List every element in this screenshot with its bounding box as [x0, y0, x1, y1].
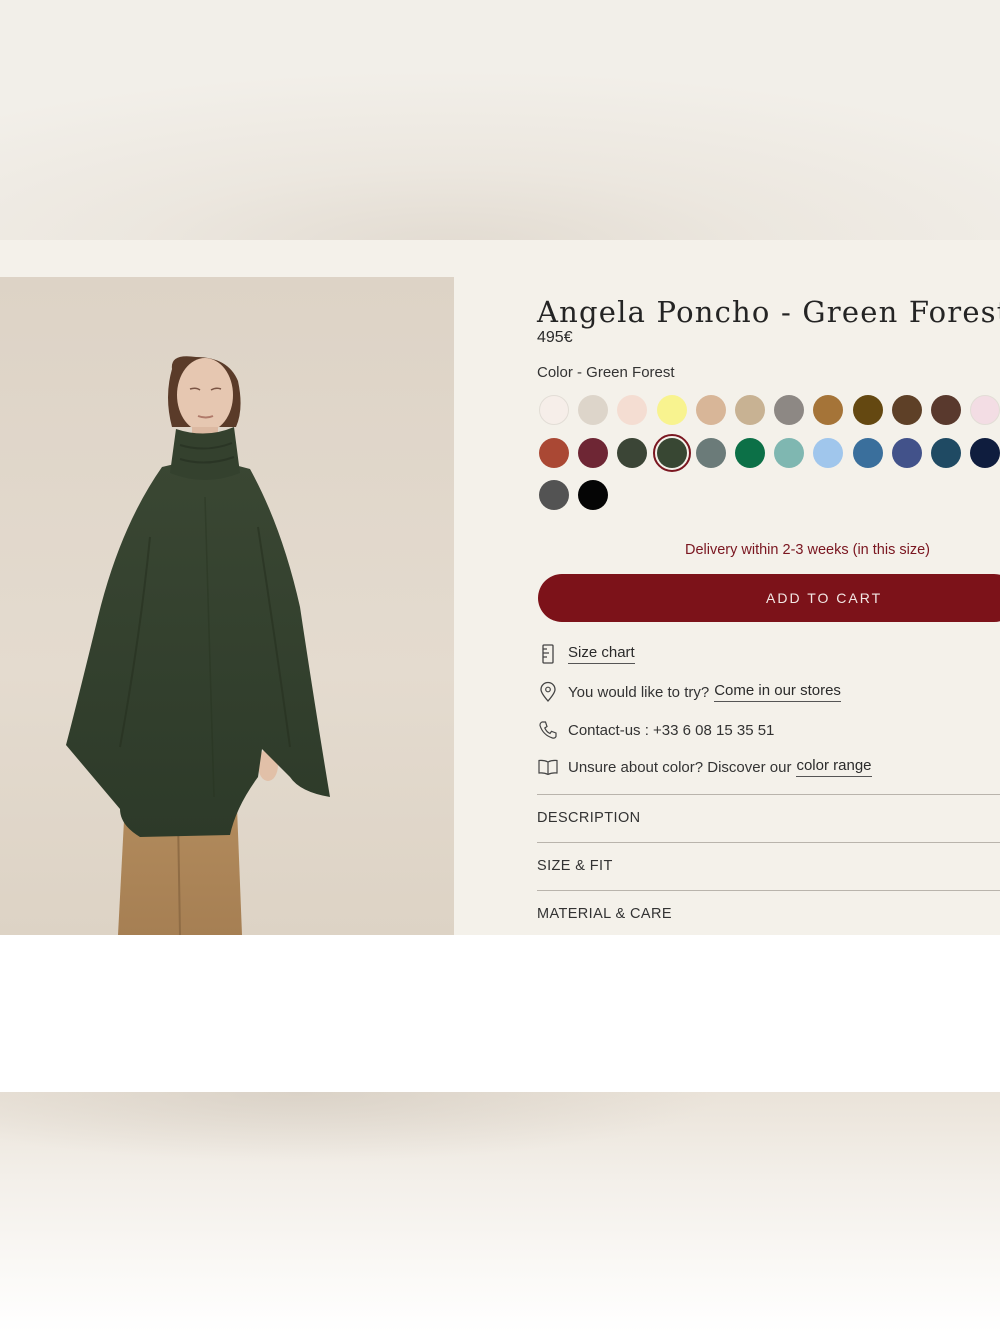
- accordion-description[interactable]: DESCRIPTION: [537, 794, 1000, 842]
- model-illustration: [66, 356, 330, 935]
- color-swatch[interactable]: [735, 437, 765, 468]
- color-range-row: Unsure about color? Discover our color r…: [537, 755, 872, 779]
- color-swatch[interactable]: [813, 395, 844, 425]
- accordion-size-fit[interactable]: SIZE & FIT: [537, 842, 1000, 890]
- color-swatch[interactable]: [891, 395, 922, 425]
- blurred-backdrop-top: [0, 0, 1000, 240]
- product-info: Angela Poncho - Green Forest 495€ Color …: [537, 240, 1000, 935]
- color-swatch[interactable]: [539, 395, 569, 425]
- color-swatch[interactable]: [891, 437, 922, 468]
- color-swatch[interactable]: [695, 395, 726, 425]
- color-swatch[interactable]: [813, 437, 844, 468]
- color-swatch[interactable]: [852, 395, 883, 425]
- size-chart-link[interactable]: Size chart: [568, 644, 635, 664]
- add-to-cart-button[interactable]: ADD TO CART: [538, 574, 1000, 622]
- stores-link[interactable]: Come in our stores: [714, 682, 841, 702]
- delivery-notice: Delivery within 2-3 weeks (in this size): [685, 542, 930, 558]
- color-swatch[interactable]: [656, 395, 687, 425]
- location-pin-icon: [537, 681, 559, 703]
- try-text: You would like to try?: [568, 683, 710, 701]
- color-swatch[interactable]: [539, 437, 569, 468]
- contact-text[interactable]: Contact-us : +33 6 08 15 35 51: [568, 722, 774, 739]
- color-swatch[interactable]: [852, 437, 883, 468]
- color-swatch[interactable]: [735, 395, 765, 425]
- product-photo: [0, 277, 454, 935]
- color-swatch[interactable]: [695, 437, 726, 468]
- color-help-text: Unsure about color? Discover our: [568, 758, 792, 776]
- color-swatch[interactable]: [970, 437, 1000, 468]
- color-swatch[interactable]: [578, 437, 609, 468]
- color-swatch[interactable]: [617, 437, 648, 468]
- book-icon: [537, 756, 559, 778]
- product-price: 495€: [537, 329, 573, 346]
- selected-color-label: Color - Green Forest: [537, 364, 675, 381]
- color-swatch[interactable]: [774, 437, 805, 468]
- product-title: Angela Poncho - Green Forest: [537, 295, 1000, 330]
- color-swatch[interactable]: [617, 395, 648, 425]
- accordion-material-care[interactable]: MATERIAL & CARE: [537, 890, 1000, 935]
- product-panel: Angela Poncho - Green Forest 495€ Color …: [0, 240, 1000, 935]
- blurred-backdrop-bottom: [0, 1092, 1000, 1333]
- ruler-icon: [537, 643, 559, 665]
- color-swatch[interactable]: [774, 395, 805, 425]
- color-swatch[interactable]: [578, 480, 609, 510]
- color-swatch[interactable]: [539, 480, 569, 510]
- color-range-link[interactable]: color range: [796, 757, 872, 777]
- color-swatch[interactable]: [578, 395, 609, 425]
- color-swatch[interactable]: [931, 395, 961, 425]
- phone-icon: [537, 719, 559, 741]
- color-swatch[interactable]: [970, 395, 1000, 425]
- stores-row: You would like to try? Come in our store…: [537, 680, 841, 704]
- size-chart-row: Size chart: [537, 642, 635, 666]
- contact-row: Contact-us : +33 6 08 15 35 51: [537, 718, 774, 742]
- color-swatch[interactable]: [931, 437, 961, 468]
- color-swatch[interactable]: [652, 433, 691, 472]
